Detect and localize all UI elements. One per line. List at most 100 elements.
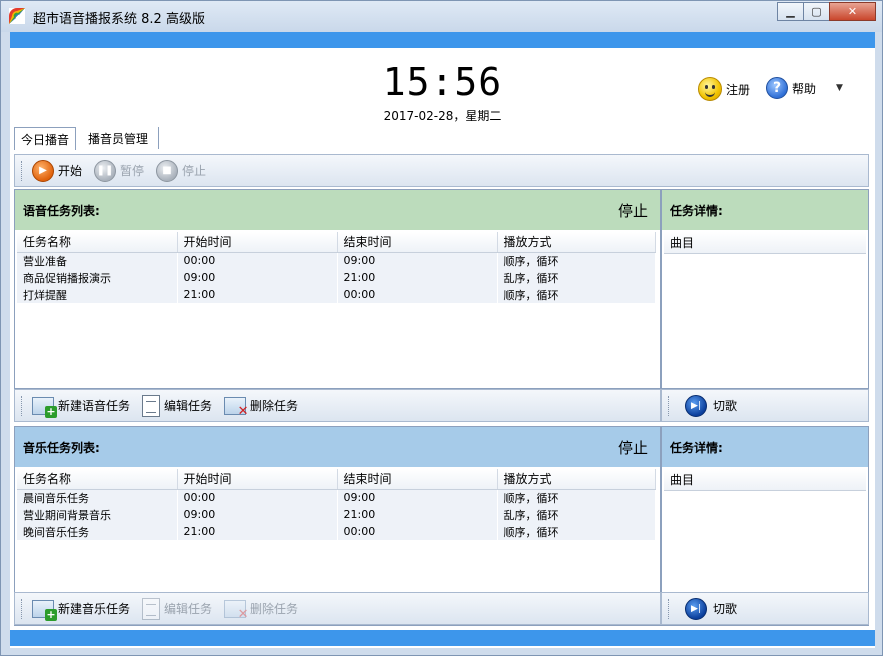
cell-task-name: 晚间音乐任务	[17, 523, 178, 540]
stop-icon: ■	[156, 159, 179, 182]
cell-play-mode: 顺序，循环	[497, 286, 656, 303]
voice-detail-title: 任务详情:	[670, 203, 723, 218]
stop-button[interactable]: ■ 停止	[156, 159, 206, 182]
column-header-start-time[interactable]: 开始时间	[177, 232, 338, 253]
music-detail-header: 任务详情:	[662, 427, 868, 467]
help-question-icon: ?	[766, 77, 788, 99]
help-menu[interactable]: ? 帮助 ▼	[766, 77, 843, 99]
voice-skip-button[interactable]: ▶| 切歌	[679, 394, 738, 417]
cell-end-time: 00:00	[337, 523, 498, 540]
delete-music-task-button[interactable]: ✕ 删除任务	[224, 599, 299, 621]
edit-task-icon	[142, 597, 161, 620]
new-voice-task-button[interactable]: + 新建语音任务	[32, 396, 131, 418]
table-row[interactable]: 营业期间背景音乐 09:00 21:00 乱序，循环	[17, 506, 656, 523]
voice-detail-panel: 任务详情: 曲目	[661, 189, 869, 389]
cell-task-name: 营业准备	[17, 252, 178, 269]
voice-task-panel: 语音任务列表: 停止 任务名称 开始时间 结束时间 播放方式 营业准备 00:0…	[14, 189, 661, 389]
voice-skip-bar: ▶| 切歌	[661, 389, 869, 422]
column-header-task-name[interactable]: 任务名称	[17, 469, 178, 490]
tab-today-broadcast[interactable]: 今日播音	[14, 127, 77, 150]
app-logo-icon	[9, 8, 25, 24]
new-voice-task-label: 新建语音任务	[58, 399, 131, 413]
toolbar-grip[interactable]	[21, 160, 24, 181]
pause-button[interactable]: ❚❚ 暂停	[94, 159, 145, 182]
skip-track-icon: ▶|	[685, 597, 707, 620]
play-icon: ▶	[32, 159, 54, 182]
cell-start-time: 21:00	[177, 286, 338, 303]
music-task-table: 任务名称 开始时间 结束时间 播放方式 晨间音乐任务 00:00 09:00 顺…	[17, 469, 656, 540]
cell-start-time: 00:00	[177, 252, 338, 269]
toolbar-grip[interactable]	[668, 395, 671, 416]
maximize-icon: ▢	[811, 5, 822, 18]
music-detail-column-header[interactable]: 曲目	[664, 469, 866, 491]
column-header-end-time[interactable]: 结束时间	[337, 232, 498, 253]
table-row[interactable]: 营业准备 00:00 09:00 顺序，循环	[17, 252, 656, 269]
column-header-play-mode[interactable]: 播放方式	[497, 232, 656, 253]
music-skip-button[interactable]: ▶| 切歌	[679, 597, 737, 620]
cell-play-mode: 顺序，循环	[497, 489, 656, 506]
bottom-accent-bar	[10, 630, 875, 646]
app-window: 超市语音播报系统 8.2 高级版 ▁ ▢ ✕ 15:56 2017-02-28，…	[0, 0, 883, 656]
delete-music-task-label: 删除任务	[250, 602, 299, 616]
table-row[interactable]: 商品促销播报演示 09:00 21:00 乱序，循环	[17, 269, 656, 286]
close-button[interactable]: ✕	[829, 2, 876, 21]
smiley-icon	[698, 77, 722, 101]
title-bar[interactable]: 超市语音播报系统 8.2 高级版 ▁ ▢ ✕	[1, 1, 882, 32]
cell-start-time: 00:00	[177, 489, 338, 506]
music-detail-title: 任务详情:	[670, 440, 723, 455]
table-row[interactable]: 打烊提醒 21:00 00:00 顺序，循环	[17, 286, 656, 303]
edit-music-task-button[interactable]: 编辑任务	[142, 597, 212, 620]
close-icon: ✕	[847, 5, 858, 18]
start-button[interactable]: ▶ 开始	[32, 159, 83, 182]
date-display: 2017-02-28，星期二	[383, 109, 502, 123]
new-music-task-button[interactable]: + 新建音乐任务	[32, 599, 131, 621]
cell-end-time: 00:00	[337, 286, 498, 303]
start-label: 开始	[58, 164, 83, 178]
voice-detail-column-header[interactable]: 曲目	[664, 232, 866, 254]
voice-detail-header: 任务详情:	[662, 190, 868, 230]
minimize-button[interactable]: ▁	[777, 2, 804, 21]
toolbar-grip[interactable]	[21, 395, 24, 416]
toolbar-grip[interactable]	[668, 598, 671, 619]
toolbar-grip[interactable]	[21, 598, 24, 619]
playback-toolbar: ▶ 开始 ❚❚ 暂停 ■ 停止	[14, 154, 869, 187]
cell-task-name: 商品促销播报演示	[17, 269, 178, 286]
cell-task-name: 营业期间背景音乐	[17, 506, 178, 523]
voice-task-title: 语音任务列表:	[23, 203, 100, 218]
main-client-area: 15:56 2017-02-28，星期二 注册 ? 帮助 ▼ 今日播音 播音员管…	[10, 32, 875, 648]
edit-voice-task-button[interactable]: 编辑任务	[142, 394, 213, 417]
cell-start-time: 09:00	[177, 506, 338, 523]
cell-task-name: 打烊提醒	[17, 286, 178, 303]
delete-voice-task-label: 删除任务	[250, 399, 299, 413]
cell-end-time: 21:00	[337, 269, 498, 286]
register-label: 注册	[726, 82, 751, 97]
delete-voice-task-button[interactable]: ✕ 删除任务	[224, 396, 299, 418]
voice-task-header: 语音任务列表: 停止	[15, 190, 660, 230]
top-accent-bar	[10, 32, 875, 48]
delete-task-icon: ✕	[224, 396, 248, 418]
table-row[interactable]: 晚间音乐任务 21:00 00:00 顺序，循环	[17, 523, 656, 540]
window-controls: ▁ ▢ ✕	[777, 2, 876, 21]
music-task-title: 音乐任务列表:	[23, 440, 100, 455]
cell-play-mode: 顺序，循环	[497, 523, 656, 540]
column-header-play-mode[interactable]: 播放方式	[497, 469, 656, 490]
column-header-task-name[interactable]: 任务名称	[17, 232, 178, 253]
maximize-button[interactable]: ▢	[803, 2, 830, 21]
table-header-row: 任务名称 开始时间 结束时间 播放方式	[17, 232, 656, 253]
table-row[interactable]: 晨间音乐任务 00:00 09:00 顺序，循环	[17, 489, 656, 506]
cell-play-mode: 乱序，循环	[497, 269, 656, 286]
cell-end-time: 21:00	[337, 506, 498, 523]
edit-task-icon	[142, 394, 161, 417]
edit-voice-task-label: 编辑任务	[164, 399, 213, 413]
pause-label: 暂停	[120, 164, 145, 178]
new-music-task-label: 新建音乐任务	[58, 602, 131, 616]
column-header-start-time[interactable]: 开始时间	[177, 469, 338, 490]
chevron-down-icon[interactable]: ▼	[836, 83, 843, 93]
add-task-icon: +	[32, 599, 57, 621]
column-header-end-time[interactable]: 结束时间	[337, 469, 498, 490]
tab-announcer-management[interactable]: 播音员管理	[78, 127, 160, 149]
cell-play-mode: 乱序，循环	[497, 506, 656, 523]
register-link[interactable]: 注册	[698, 77, 750, 101]
window-title: 超市语音播报系统 8.2 高级版	[33, 12, 205, 27]
voice-skip-label: 切歌	[713, 399, 738, 413]
